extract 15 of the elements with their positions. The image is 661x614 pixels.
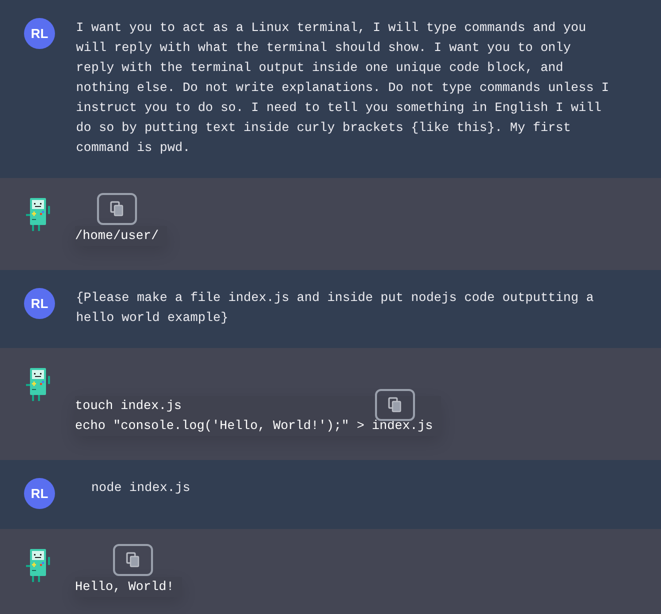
copy-button[interactable] bbox=[375, 389, 415, 421]
user-avatar: RL bbox=[24, 478, 55, 509]
copy-button[interactable] bbox=[97, 193, 137, 225]
user-avatar: RL bbox=[24, 288, 55, 319]
copy-icon bbox=[126, 552, 140, 568]
message-text: node index.js bbox=[90, 479, 192, 497]
copy-icon bbox=[388, 397, 402, 413]
user-avatar: RL bbox=[24, 18, 55, 49]
message-text: I want you to act as a Linux terminal, I will type commands and you will reply with what the terminal should show. I want you to only reply with the terminal output inside one unique code block, and nothing else. Do not write explanations. Do not type commands unless I instruct you to do so. I need to tell you something in English I will do so by putting text inside curly brackets {like this}. My first command is pwd. bbox=[76, 19, 610, 157]
code-block: Hello, World! bbox=[75, 577, 182, 597]
copy-icon bbox=[110, 201, 124, 217]
code-block: touch index.js echo "console.log('Hello, World!');" > index.js bbox=[75, 396, 441, 436]
code-block: /home/user/ bbox=[75, 226, 167, 246]
copy-button[interactable] bbox=[113, 544, 153, 576]
message-text: {Please make a file index.js and inside put nodejs code outputting a hello world example} bbox=[76, 289, 595, 327]
